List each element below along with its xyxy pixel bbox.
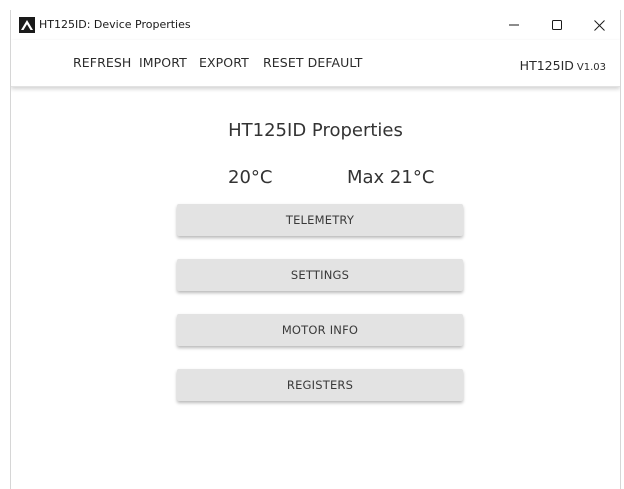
settings-button[interactable]: SETTINGS bbox=[177, 259, 463, 291]
window-title: HT125ID: Device Properties bbox=[39, 18, 191, 31]
minimize-icon bbox=[509, 24, 519, 26]
device-version-label: HT125ID V1.03 bbox=[520, 55, 606, 74]
menu-bar: REFRESH IMPORT EXPORT RESET DEFAULT HT12… bbox=[11, 40, 620, 87]
refresh-menu-item[interactable]: REFRESH bbox=[73, 55, 131, 70]
maximize-icon bbox=[552, 20, 562, 30]
minimize-button[interactable] bbox=[492, 10, 536, 40]
max-temperature: Max 21°C bbox=[347, 167, 435, 188]
registers-button[interactable]: REGISTERS bbox=[177, 369, 463, 401]
import-menu-item[interactable]: IMPORT bbox=[139, 55, 187, 70]
app-window: HT125ID: Device Properties REFRESH IMPOR… bbox=[10, 10, 621, 489]
firmware-version: V1.03 bbox=[576, 62, 606, 73]
main-content: HT125ID Properties 20°C Max 21°C TELEMET… bbox=[11, 87, 620, 489]
close-icon bbox=[593, 19, 605, 31]
title-bar: HT125ID: Device Properties bbox=[11, 10, 620, 40]
export-menu-item[interactable]: EXPORT bbox=[199, 55, 249, 70]
reset-default-menu-item[interactable]: RESET DEFAULT bbox=[263, 55, 362, 70]
close-button[interactable] bbox=[577, 10, 620, 40]
current-temperature: 20°C bbox=[228, 167, 273, 188]
telemetry-button[interactable]: TELEMETRY bbox=[177, 204, 463, 236]
app-logo-icon bbox=[19, 17, 35, 33]
device-model: HT125ID bbox=[519, 58, 574, 73]
maximize-button[interactable] bbox=[535, 10, 579, 40]
motor-info-button[interactable]: MOTOR INFO bbox=[177, 314, 463, 346]
page-title: HT125ID Properties bbox=[228, 120, 403, 141]
